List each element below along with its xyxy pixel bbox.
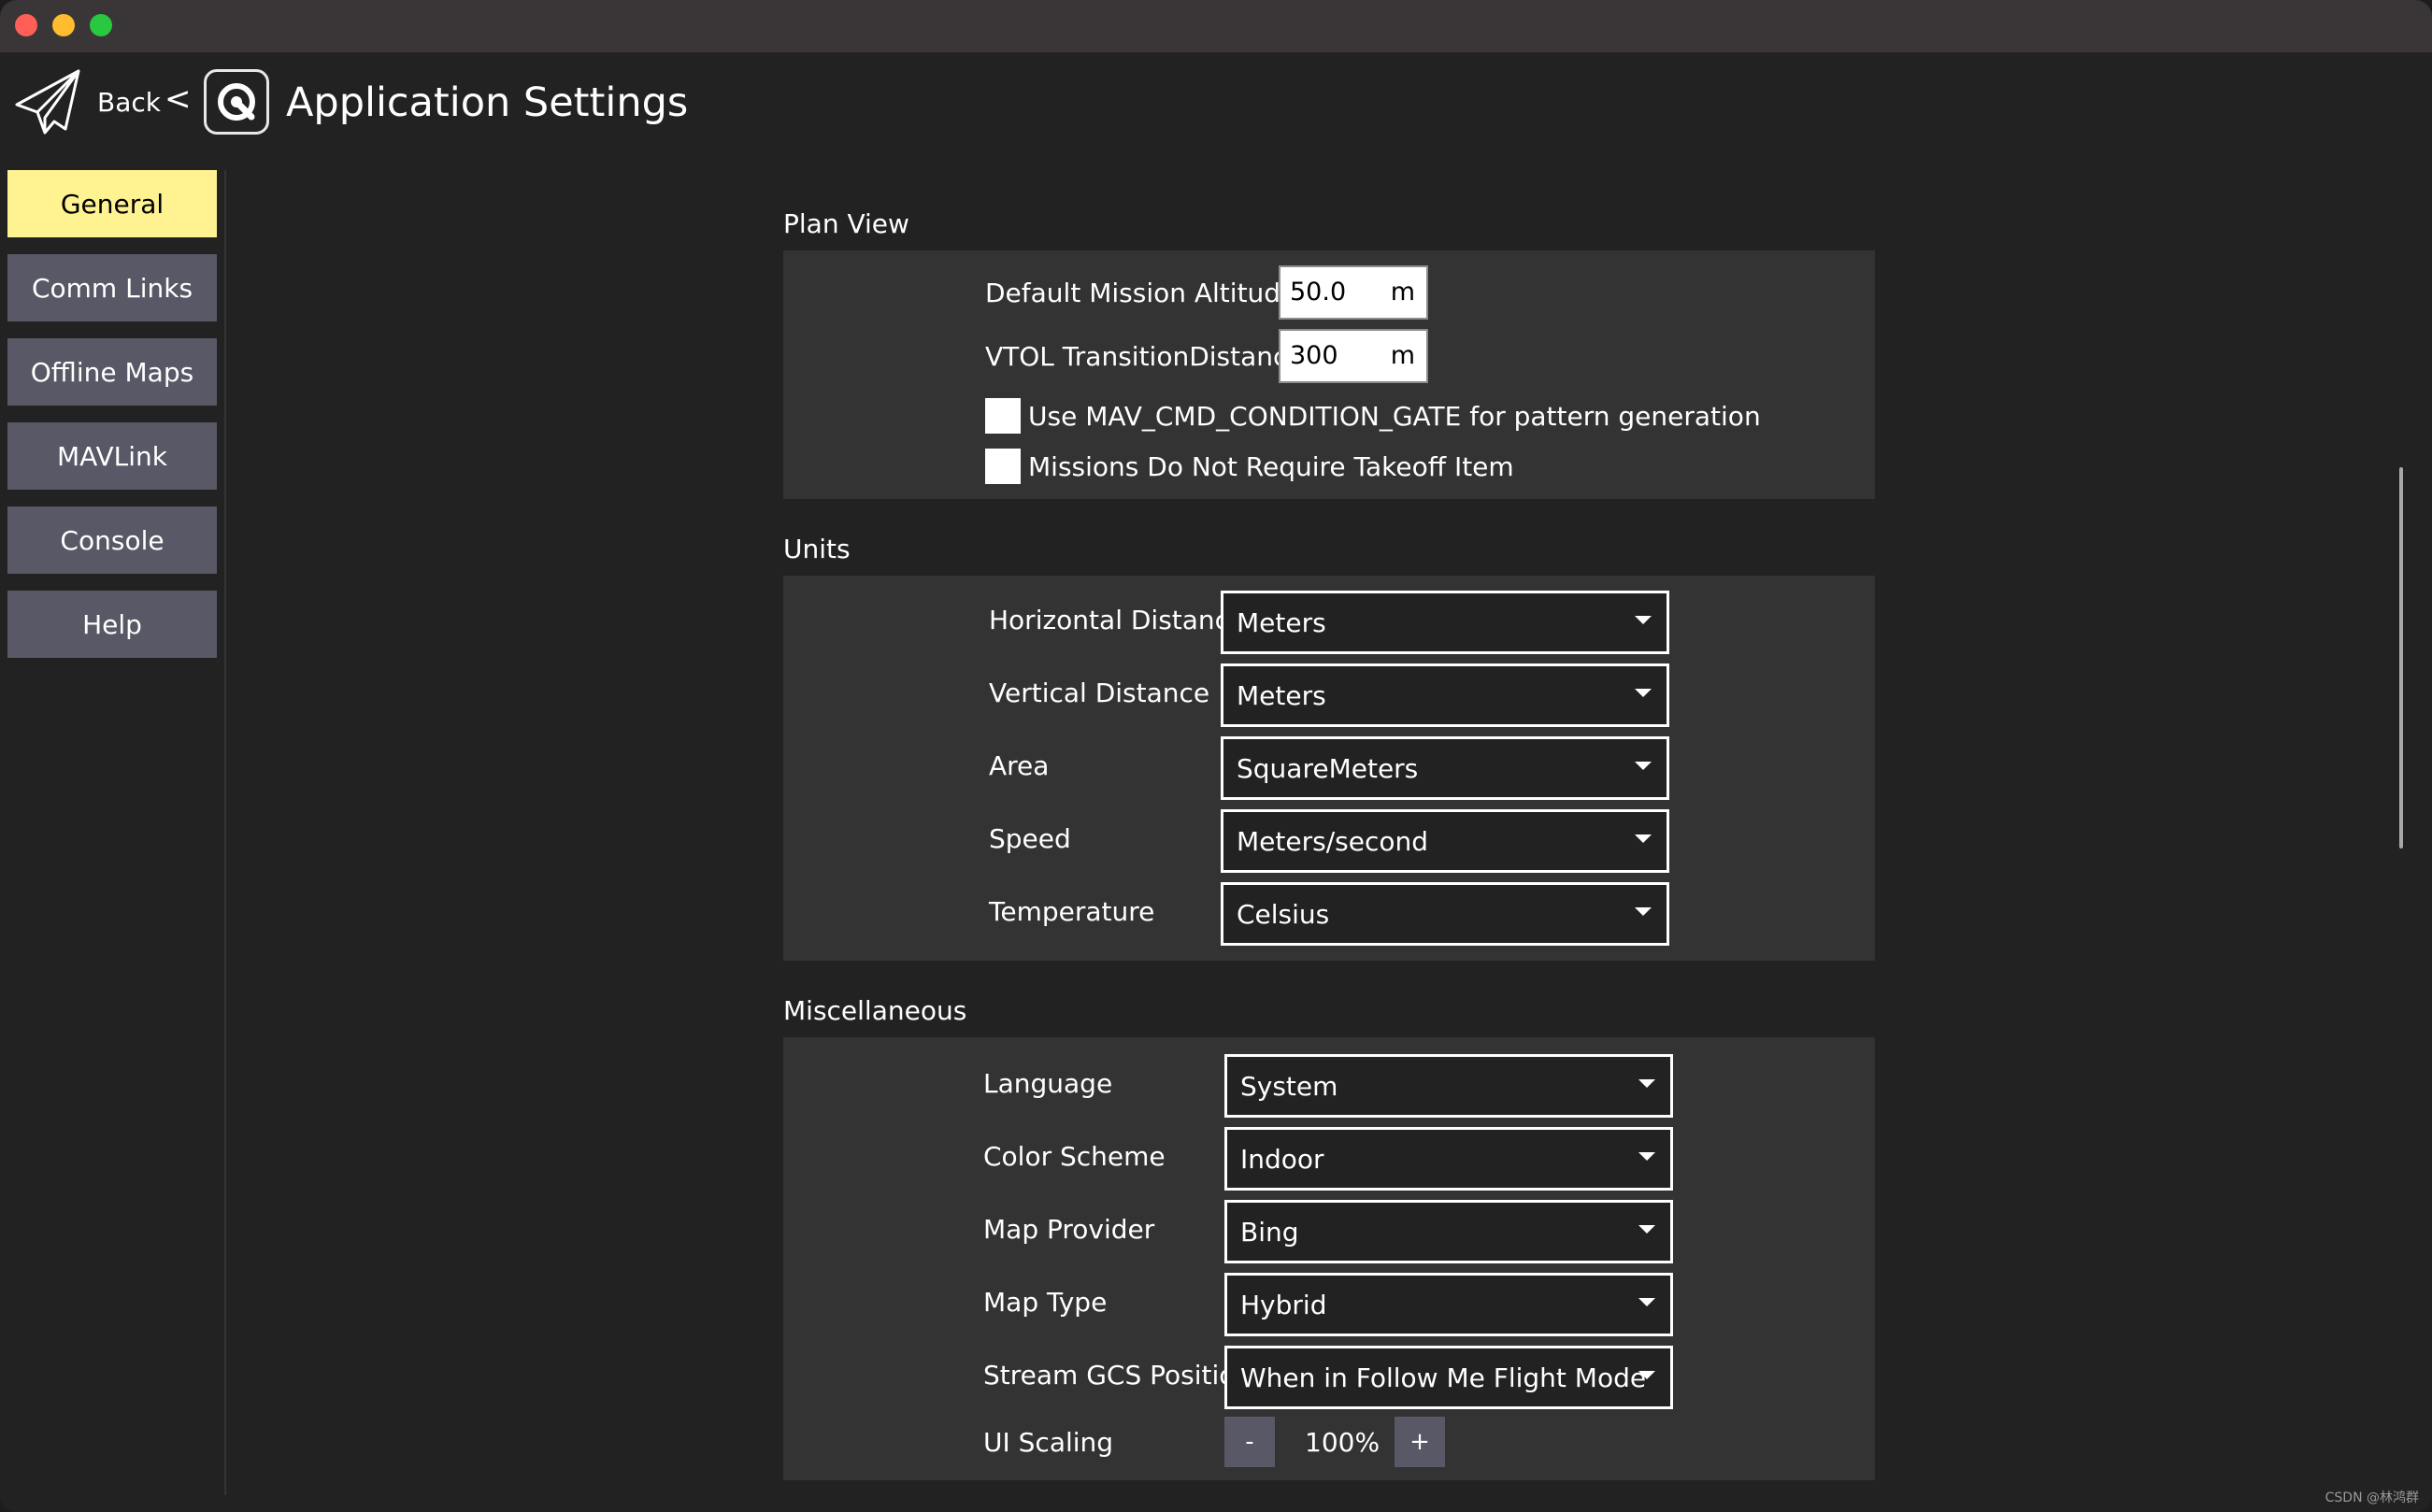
select-value: SquareMeters (1237, 753, 1419, 784)
map-provider-label: Map Provider (983, 1214, 1155, 1245)
watermark: CSDN @林鸿群 (2325, 1491, 2419, 1505)
select-value: Meters (1237, 680, 1326, 711)
select-value: Indoor (1240, 1144, 1324, 1175)
default-mission-altitude-field[interactable]: 50.0 m (1279, 265, 1428, 320)
close-window-button[interactable] (15, 14, 37, 36)
takeoff-item-label: Missions Do Not Require Takeoff Item (1028, 451, 1514, 482)
sidebar-item-comm-links[interactable]: Comm Links (7, 254, 217, 321)
plan-view-panel: Default Mission Altitude 50.0 m VTOL Tra… (783, 250, 1875, 499)
minimize-window-button[interactable] (52, 14, 75, 36)
app-window: Back < Application Settings General Comm… (0, 0, 2432, 1512)
ui-scaling-decrease-button[interactable]: - (1224, 1417, 1275, 1467)
select-value: Celsius (1237, 899, 1330, 930)
vtol-transition-distance-field[interactable]: 300 m (1279, 329, 1428, 383)
stream-gcs-position-select[interactable]: When in Follow Me Flight Mode (1224, 1346, 1673, 1409)
dropdown-caret-icon (1635, 834, 1652, 843)
back-chevron-icon[interactable]: < (165, 80, 192, 118)
back-button[interactable]: Back (97, 86, 161, 120)
language-label: Language (983, 1068, 1113, 1099)
ui-scaling-increase-button[interactable]: + (1395, 1417, 1445, 1467)
dropdown-caret-icon (1638, 1371, 1655, 1379)
ui-scaling-value: 100% (1305, 1427, 1381, 1458)
select-value: System (1240, 1071, 1338, 1102)
horizontal-distance-label: Horizontal Distance (989, 605, 1246, 635)
maximize-window-button[interactable] (90, 14, 112, 36)
dropdown-caret-icon (1635, 762, 1652, 770)
takeoff-item-checkbox[interactable] (985, 449, 1021, 484)
select-value: Hybrid (1240, 1290, 1327, 1320)
plan-view-title: Plan View (783, 208, 909, 239)
header: Back < Application Settings (0, 52, 2432, 155)
map-type-select[interactable]: Hybrid (1224, 1273, 1673, 1336)
sidebar-item-label: Help (82, 608, 142, 640)
vertical-scrollbar[interactable] (2399, 467, 2403, 849)
area-select[interactable]: SquareMeters (1221, 736, 1669, 800)
stream-gcs-position-label: Stream GCS Position (983, 1360, 1252, 1391)
misc-panel: Language System Color Scheme Indoor Map … (783, 1037, 1875, 1480)
condition-gate-label: Use MAV_CMD_CONDITION_GATE for pattern g… (1028, 401, 1761, 432)
sidebar-item-label: Console (60, 524, 165, 556)
vertical-distance-label: Vertical Distance (989, 678, 1210, 708)
dropdown-caret-icon (1635, 689, 1652, 697)
map-type-label: Map Type (983, 1287, 1108, 1318)
color-scheme-select[interactable]: Indoor (1224, 1127, 1673, 1191)
default-mission-altitude-label: Default Mission Altitude (985, 278, 1297, 308)
select-value: Meters (1237, 607, 1326, 638)
dropdown-caret-icon (1638, 1152, 1655, 1161)
dropdown-caret-icon (1635, 616, 1652, 624)
sidebar-item-help[interactable]: Help (7, 591, 217, 658)
temperature-label: Temperature (989, 896, 1155, 927)
sidebar-item-label: MAVLink (56, 440, 167, 472)
select-value: When in Follow Me Flight Mode (1240, 1362, 1647, 1393)
color-scheme-label: Color Scheme (983, 1141, 1166, 1172)
sidebar-item-label: General (60, 188, 165, 220)
field-value: 50.0 (1290, 278, 1347, 307)
field-unit: m (1390, 341, 1415, 370)
dropdown-caret-icon (1638, 1298, 1655, 1306)
title-bar (0, 0, 2432, 52)
dropdown-caret-icon (1635, 907, 1652, 916)
qgc-logo-icon[interactable] (204, 69, 269, 135)
sidebar-item-offline-maps[interactable]: Offline Maps (7, 338, 217, 406)
units-panel: Horizontal Distance Meters Vertical Dist… (783, 576, 1875, 961)
speed-select[interactable]: Meters/second (1221, 809, 1669, 873)
horizontal-distance-select[interactable]: Meters (1221, 591, 1669, 654)
sidebar-item-general[interactable]: General (7, 170, 217, 237)
language-select[interactable]: System (1224, 1054, 1673, 1118)
plane-icon[interactable] (13, 67, 82, 136)
temperature-select[interactable]: Celsius (1221, 882, 1669, 946)
vtol-transition-distance-label: VTOL TransitionDistance (985, 341, 1304, 372)
units-title: Units (783, 534, 851, 564)
speed-label: Speed (989, 823, 1071, 854)
misc-title: Miscellaneous (783, 995, 967, 1026)
ui-scaling-label: UI Scaling (983, 1427, 1114, 1458)
sidebar-item-label: Comm Links (31, 272, 193, 304)
map-provider-select[interactable]: Bing (1224, 1200, 1673, 1263)
page-title: Application Settings (286, 79, 689, 126)
sidebar-divider (224, 170, 226, 1495)
field-unit: m (1390, 278, 1415, 307)
select-value: Meters/second (1237, 826, 1428, 857)
area-label: Area (989, 750, 1050, 781)
dropdown-caret-icon (1638, 1079, 1655, 1088)
sidebar-item-label: Offline Maps (30, 356, 194, 388)
field-value: 300 (1290, 341, 1338, 370)
dropdown-caret-icon (1638, 1225, 1655, 1234)
vertical-distance-select[interactable]: Meters (1221, 663, 1669, 727)
sidebar-item-mavlink[interactable]: MAVLink (7, 422, 217, 490)
select-value: Bing (1240, 1217, 1299, 1248)
sidebar-item-console[interactable]: Console (7, 506, 217, 574)
condition-gate-checkbox[interactable] (985, 398, 1021, 434)
